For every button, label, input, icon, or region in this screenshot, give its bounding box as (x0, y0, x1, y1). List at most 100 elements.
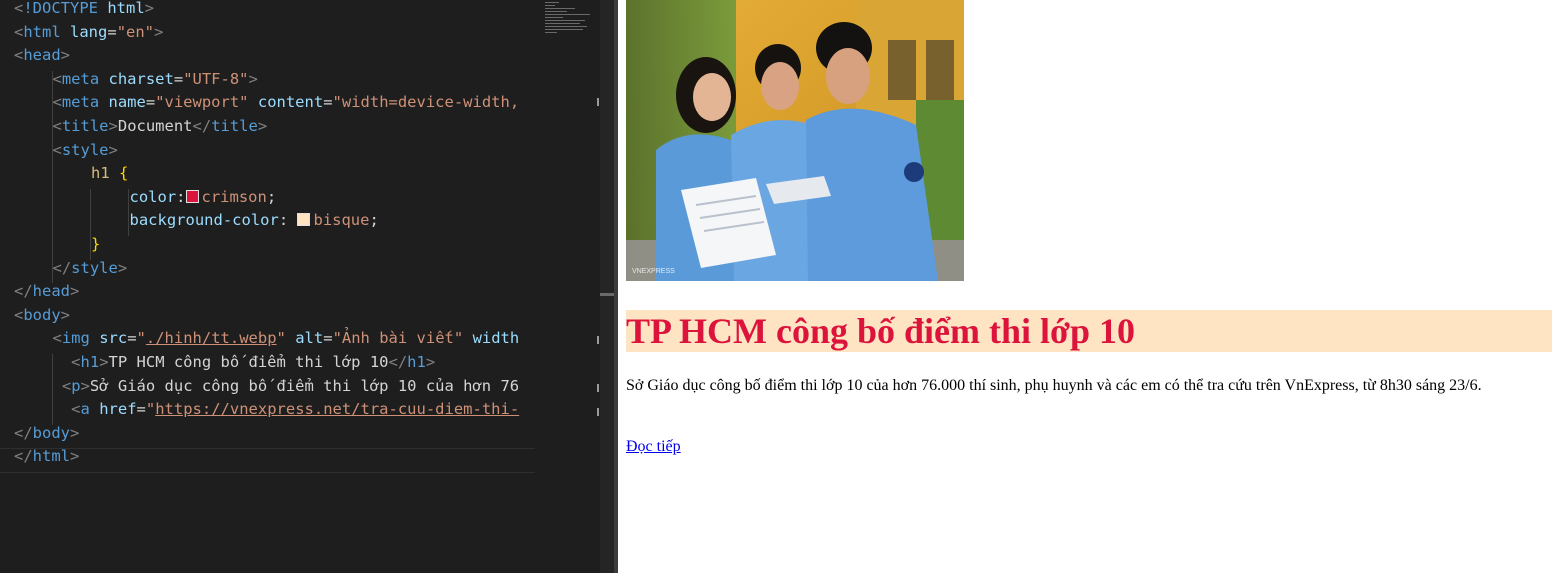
code-token: > (60, 305, 71, 324)
code-token: html (107, 0, 145, 17)
code-token: > (60, 46, 71, 65)
code-line[interactable]: </html> (14, 445, 79, 469)
code-line[interactable]: background-color: bisque; (130, 209, 379, 233)
code-token: = (323, 93, 333, 112)
scroll-marker (597, 384, 599, 392)
code-line[interactable]: <html lang="en"> (14, 21, 163, 45)
code-line[interactable]: <p>Sở Giáo dục công bố điểm thi lớp 10 c… (53, 375, 519, 399)
article-paragraph: Sở Giáo dục công bố điểm thi lớp 10 của … (626, 377, 1482, 394)
code-editor[interactable]: <!DOCTYPE html> <html lang="en"> <head> <me… (0, 0, 535, 573)
indent-guide (52, 70, 53, 284)
code-token: < (52, 117, 62, 135)
code-line[interactable]: } (91, 233, 100, 257)
code-token: > (70, 282, 80, 301)
code-token: "en" (116, 22, 155, 41)
scroll-marker (597, 98, 599, 106)
code-token: < (71, 400, 81, 419)
color-swatch[interactable] (185, 189, 199, 203)
code-token: > (108, 140, 118, 159)
code-line[interactable]: h1 { (91, 162, 128, 186)
minimap-row (545, 23, 580, 24)
code-token: head (23, 46, 61, 65)
code-line[interactable]: <body> (14, 304, 70, 328)
code-token: p (71, 376, 81, 395)
editor-scrollbar[interactable] (600, 0, 614, 573)
code-token: : (278, 211, 298, 230)
code-token: = (107, 22, 117, 41)
scroll-marker (597, 408, 599, 416)
code-token: width (472, 329, 520, 348)
code-token: alt (295, 329, 324, 348)
code-token: > (99, 353, 109, 371)
browser-preview: VNEXPRESS TP HCM công bố điểm thi lớp 10… (618, 0, 1552, 573)
code-line[interactable]: <h1>TP HCM công bố điểm thi lớp 10</h1> (53, 351, 435, 375)
page-heading: TP HCM công bố điểm thi lớp 10 (626, 310, 1552, 352)
minimap[interactable] (535, 0, 600, 573)
code-line[interactable]: <style> (53, 139, 118, 163)
code-token: href (99, 400, 137, 419)
scrollbar-thumb[interactable] (600, 293, 614, 296)
code-token: </ (14, 282, 33, 301)
code-token: </ (192, 117, 212, 135)
code-token: body (32, 423, 70, 442)
code-token: </ (52, 258, 72, 277)
code-token: > (70, 423, 80, 442)
code-token: > (80, 376, 90, 395)
code-token: h1 (91, 164, 110, 183)
code-token: < (14, 0, 24, 17)
code-token: { (119, 164, 129, 183)
read-more-link[interactable]: Đọc tiếp (626, 436, 681, 457)
color-swatch[interactable] (297, 213, 311, 227)
code-token: > (117, 258, 128, 277)
minimap-row (545, 2, 559, 3)
code-token: html (32, 447, 70, 466)
code-token: > (70, 447, 80, 466)
code-token: h1 (80, 353, 100, 371)
code-token: </ (14, 423, 33, 442)
code-token: title (211, 117, 258, 135)
minimap-row (545, 20, 585, 21)
code-line[interactable]: </body> (14, 422, 79, 446)
code-line[interactable]: <a href="https://vnexpress.net/tra-cuu-d… (53, 398, 519, 422)
code-token: < (52, 329, 62, 348)
code-line[interactable]: <title>Document</title> (53, 115, 268, 139)
code-token: "width=device-width, (332, 93, 520, 112)
code-token: < (14, 22, 24, 41)
code-token: } (91, 235, 101, 253)
code-token: < (71, 353, 81, 371)
code-token: crimson (201, 187, 267, 206)
code-token: content (257, 93, 324, 112)
code-token: img (61, 329, 90, 348)
code-line[interactable]: </head> (14, 280, 79, 304)
code-token: > (108, 117, 118, 135)
code-token: color (129, 187, 177, 206)
code-line[interactable]: <head> (14, 44, 70, 68)
code-line[interactable]: <meta name="viewport" content="width=dev… (53, 91, 520, 115)
code-line[interactable]: </style> (53, 257, 128, 281)
code-token: = (173, 69, 184, 88)
code-token: TP HCM công bố điểm thi lớp 10 (108, 353, 389, 371)
code-token: body (23, 305, 61, 324)
code-line[interactable]: color: crimson; (130, 186, 277, 210)
code-token: < (14, 46, 24, 65)
indent-guide (52, 354, 53, 425)
scroll-marker (597, 336, 599, 344)
code-token: style (61, 140, 109, 159)
code-token: : (176, 187, 186, 206)
code-line[interactable]: <!DOCTYPE html> (14, 0, 154, 21)
code-token: < (52, 140, 62, 159)
code-line[interactable]: <img src="./hinh/tt.webp" alt="Ảnh bài v… (53, 327, 520, 351)
code-token: style (71, 258, 118, 277)
code-line[interactable]: <meta charset="UTF-8"> (53, 68, 258, 92)
code-token: head (32, 282, 70, 301)
code-token: a (80, 400, 90, 419)
code-token: ; (369, 211, 379, 230)
code-token: < (14, 305, 24, 324)
code-token: = (136, 400, 146, 419)
article-image: VNEXPRESS (626, 0, 964, 281)
code-token: meta (61, 69, 100, 88)
